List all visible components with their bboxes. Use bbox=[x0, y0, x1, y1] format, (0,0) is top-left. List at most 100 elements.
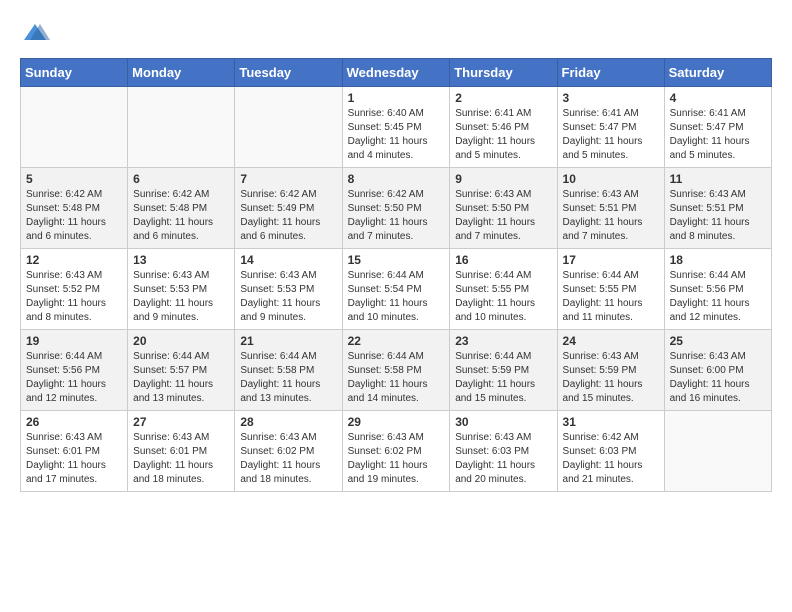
calendar-cell: 6 Sunrise: 6:42 AM Sunset: 5:48 PM Daylig… bbox=[128, 168, 235, 249]
calendar-cell: 27 Sunrise: 6:43 AM Sunset: 6:01 PM Dayli… bbox=[128, 411, 235, 492]
day-info: Sunrise: 6:42 AM Sunset: 5:50 PM Dayligh… bbox=[348, 188, 445, 244]
day-number: 27 bbox=[133, 415, 229, 429]
calendar-cell: 29 Sunrise: 6:43 AM Sunset: 6:02 PM Dayli… bbox=[342, 411, 450, 492]
day-number: 24 bbox=[563, 334, 659, 348]
calendar-cell bbox=[664, 411, 771, 492]
day-info: Sunrise: 6:43 AM Sunset: 6:00 PM Dayligh… bbox=[670, 350, 766, 406]
day-info: Sunrise: 6:44 AM Sunset: 5:59 PM Dayligh… bbox=[455, 350, 551, 406]
day-info: Sunrise: 6:44 AM Sunset: 5:55 PM Dayligh… bbox=[563, 269, 659, 325]
calendar-cell: 30 Sunrise: 6:43 AM Sunset: 6:03 PM Dayli… bbox=[450, 411, 557, 492]
calendar-cell: 25 Sunrise: 6:43 AM Sunset: 6:00 PM Dayli… bbox=[664, 330, 771, 411]
day-number: 9 bbox=[455, 172, 551, 186]
day-info: Sunrise: 6:43 AM Sunset: 5:50 PM Dayligh… bbox=[455, 188, 551, 244]
day-info: Sunrise: 6:40 AM Sunset: 5:45 PM Dayligh… bbox=[348, 107, 445, 163]
day-info: Sunrise: 6:41 AM Sunset: 5:46 PM Dayligh… bbox=[455, 107, 551, 163]
calendar-cell: 18 Sunrise: 6:44 AM Sunset: 5:56 PM Dayli… bbox=[664, 249, 771, 330]
day-number: 1 bbox=[348, 91, 445, 105]
day-number: 29 bbox=[348, 415, 445, 429]
day-number: 7 bbox=[240, 172, 336, 186]
day-number: 20 bbox=[133, 334, 229, 348]
calendar-table: SundayMondayTuesdayWednesdayThursdayFrid… bbox=[20, 58, 772, 492]
day-header-monday: Monday bbox=[128, 59, 235, 87]
calendar-cell: 5Sunrise: 6:42 AM Sunset: 5:48 PM Daylig… bbox=[21, 168, 128, 249]
calendar-cell: 17 Sunrise: 6:44 AM Sunset: 5:55 PM Dayli… bbox=[557, 249, 664, 330]
day-info: Sunrise: 6:44 AM Sunset: 5:55 PM Dayligh… bbox=[455, 269, 551, 325]
day-info: Sunrise: 6:43 AM Sunset: 5:59 PM Dayligh… bbox=[563, 350, 659, 406]
day-info: Sunrise: 6:43 AM Sunset: 6:01 PM Dayligh… bbox=[26, 431, 122, 487]
day-info: Sunrise: 6:41 AM Sunset: 5:47 PM Dayligh… bbox=[670, 107, 766, 163]
calendar-cell: 20 Sunrise: 6:44 AM Sunset: 5:57 PM Dayli… bbox=[128, 330, 235, 411]
day-info: Sunrise: 6:42 AM Sunset: 5:49 PM Dayligh… bbox=[240, 188, 336, 244]
day-number: 5 bbox=[26, 172, 122, 186]
calendar-cell: 16 Sunrise: 6:44 AM Sunset: 5:55 PM Dayli… bbox=[450, 249, 557, 330]
day-info: Sunrise: 6:43 AM Sunset: 5:51 PM Dayligh… bbox=[563, 188, 659, 244]
day-number: 3 bbox=[563, 91, 659, 105]
day-number: 17 bbox=[563, 253, 659, 267]
week-row-5: 26 Sunrise: 6:43 AM Sunset: 6:01 PM Dayli… bbox=[21, 411, 772, 492]
calendar-cell bbox=[21, 87, 128, 168]
day-number: 31 bbox=[563, 415, 659, 429]
day-number: 15 bbox=[348, 253, 445, 267]
calendar-cell: 26 Sunrise: 6:43 AM Sunset: 6:01 PM Dayli… bbox=[21, 411, 128, 492]
day-info: Sunrise: 6:43 AM Sunset: 5:53 PM Dayligh… bbox=[133, 269, 229, 325]
day-info: Sunrise: 6:43 AM Sunset: 6:03 PM Dayligh… bbox=[455, 431, 551, 487]
day-info: Sunrise: 6:43 AM Sunset: 5:53 PM Dayligh… bbox=[240, 269, 336, 325]
day-number: 4 bbox=[670, 91, 766, 105]
day-info: Sunrise: 6:44 AM Sunset: 5:56 PM Dayligh… bbox=[670, 269, 766, 325]
day-number: 25 bbox=[670, 334, 766, 348]
calendar-cell bbox=[128, 87, 235, 168]
day-header-tuesday: Tuesday bbox=[235, 59, 342, 87]
day-info: Sunrise: 6:43 AM Sunset: 6:01 PM Dayligh… bbox=[133, 431, 229, 487]
calendar-cell: 31 Sunrise: 6:42 AM Sunset: 6:03 PM Dayli… bbox=[557, 411, 664, 492]
calendar-cell: 11 Sunrise: 6:43 AM Sunset: 5:51 PM Dayli… bbox=[664, 168, 771, 249]
calendar-cell: 8 Sunrise: 6:42 AM Sunset: 5:50 PM Daylig… bbox=[342, 168, 450, 249]
day-info: Sunrise: 6:43 AM Sunset: 6:02 PM Dayligh… bbox=[348, 431, 445, 487]
header-row: SundayMondayTuesdayWednesdayThursdayFrid… bbox=[21, 59, 772, 87]
day-number: 23 bbox=[455, 334, 551, 348]
day-number: 11 bbox=[670, 172, 766, 186]
calendar-cell bbox=[235, 87, 342, 168]
day-info: Sunrise: 6:42 AM Sunset: 6:03 PM Dayligh… bbox=[563, 431, 659, 487]
week-row-3: 12 Sunrise: 6:43 AM Sunset: 5:52 PM Dayli… bbox=[21, 249, 772, 330]
day-info: Sunrise: 6:44 AM Sunset: 5:56 PM Dayligh… bbox=[26, 350, 122, 406]
day-number: 16 bbox=[455, 253, 551, 267]
calendar-cell: 12 Sunrise: 6:43 AM Sunset: 5:52 PM Dayli… bbox=[21, 249, 128, 330]
day-info: Sunrise: 6:42 AM Sunset: 5:48 PM Dayligh… bbox=[133, 188, 229, 244]
day-number: 22 bbox=[348, 334, 445, 348]
day-info: Sunrise: 6:41 AM Sunset: 5:47 PM Dayligh… bbox=[563, 107, 659, 163]
calendar-cell: 24 Sunrise: 6:43 AM Sunset: 5:59 PM Dayli… bbox=[557, 330, 664, 411]
day-number: 8 bbox=[348, 172, 445, 186]
day-info: Sunrise: 6:43 AM Sunset: 5:51 PM Dayligh… bbox=[670, 188, 766, 244]
calendar-cell: 13 Sunrise: 6:43 AM Sunset: 5:53 PM Dayli… bbox=[128, 249, 235, 330]
calendar-cell: 9 Sunrise: 6:43 AM Sunset: 5:50 PM Daylig… bbox=[450, 168, 557, 249]
calendar-cell: 2Sunrise: 6:41 AM Sunset: 5:46 PM Daylig… bbox=[450, 87, 557, 168]
calendar-cell: 22 Sunrise: 6:44 AM Sunset: 5:58 PM Dayli… bbox=[342, 330, 450, 411]
day-number: 19 bbox=[26, 334, 122, 348]
calendar-cell: 19 Sunrise: 6:44 AM Sunset: 5:56 PM Dayli… bbox=[21, 330, 128, 411]
calendar-cell: 14 Sunrise: 6:43 AM Sunset: 5:53 PM Dayli… bbox=[235, 249, 342, 330]
day-number: 13 bbox=[133, 253, 229, 267]
day-info: Sunrise: 6:43 AM Sunset: 6:02 PM Dayligh… bbox=[240, 431, 336, 487]
calendar-cell: 21Sunrise: 6:44 AM Sunset: 5:58 PM Dayli… bbox=[235, 330, 342, 411]
day-number: 30 bbox=[455, 415, 551, 429]
day-number: 6 bbox=[133, 172, 229, 186]
day-info: Sunrise: 6:44 AM Sunset: 5:58 PM Dayligh… bbox=[240, 350, 336, 406]
calendar-cell: 4 Sunrise: 6:41 AM Sunset: 5:47 PM Daylig… bbox=[664, 87, 771, 168]
calendar-cell: 7 Sunrise: 6:42 AM Sunset: 5:49 PM Daylig… bbox=[235, 168, 342, 249]
day-number: 28 bbox=[240, 415, 336, 429]
day-header-wednesday: Wednesday bbox=[342, 59, 450, 87]
day-number: 12 bbox=[26, 253, 122, 267]
day-number: 18 bbox=[670, 253, 766, 267]
day-info: Sunrise: 6:43 AM Sunset: 5:52 PM Dayligh… bbox=[26, 269, 122, 325]
week-row-1: 1 Sunrise: 6:40 AM Sunset: 5:45 PM Daylig… bbox=[21, 87, 772, 168]
day-number: 14 bbox=[240, 253, 336, 267]
day-number: 26 bbox=[26, 415, 122, 429]
day-header-friday: Friday bbox=[557, 59, 664, 87]
day-number: 10 bbox=[563, 172, 659, 186]
logo bbox=[20, 20, 50, 50]
day-header-thursday: Thursday bbox=[450, 59, 557, 87]
page-header bbox=[20, 20, 772, 50]
day-info: Sunrise: 6:44 AM Sunset: 5:57 PM Dayligh… bbox=[133, 350, 229, 406]
day-info: Sunrise: 6:44 AM Sunset: 5:58 PM Dayligh… bbox=[348, 350, 445, 406]
calendar-cell: 1 Sunrise: 6:40 AM Sunset: 5:45 PM Daylig… bbox=[342, 87, 450, 168]
